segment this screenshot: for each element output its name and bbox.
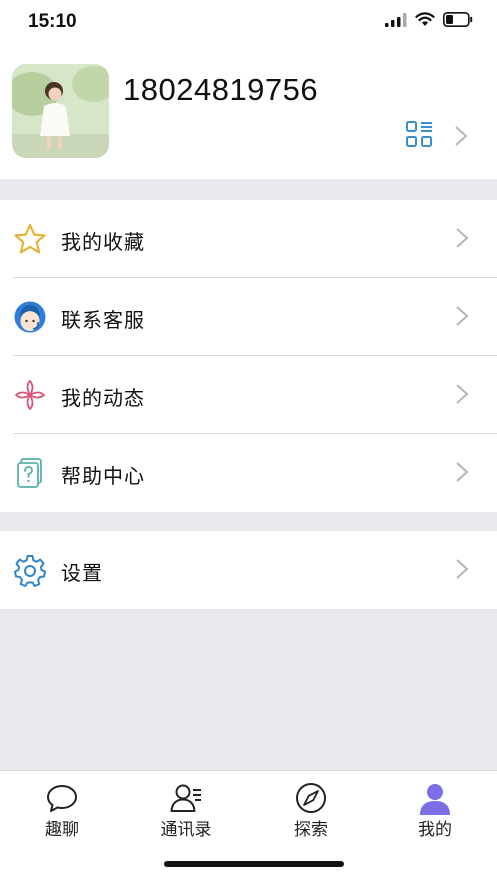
tab-label: 我的 [418, 820, 452, 840]
help-icon [17, 458, 42, 488]
chevron-right-icon[interactable] [454, 125, 468, 147]
profile-card[interactable]: 18024819756 [0, 46, 497, 179]
compass-icon [296, 783, 326, 813]
chevron-right-icon [456, 559, 469, 579]
tab-label: 通讯录 [160, 820, 212, 840]
chat-bubble-icon [47, 785, 77, 812]
avatar[interactable] [12, 64, 109, 158]
wifi-icon [415, 12, 435, 26]
menu-item-label: 联系客服 [61, 308, 145, 332]
profile-icon [420, 784, 450, 815]
tab-label: 趣聊 [45, 820, 79, 840]
chevron-right-icon [456, 384, 469, 404]
menu-item-help-center[interactable]: 帮助中心 [0, 434, 497, 512]
profile-phone: 18024819756 [123, 72, 319, 107]
contacts-icon [170, 784, 201, 812]
status-time: 15:10 [28, 11, 77, 32]
menu-item-my-moments[interactable]: 我的动态 [0, 356, 497, 434]
avatar-photo [12, 64, 109, 158]
menu-item-label: 我的收藏 [61, 230, 145, 254]
home-indicator [164, 861, 344, 867]
chevron-right-icon [456, 306, 469, 326]
chevron-right-icon [456, 462, 469, 482]
signal-icon [385, 12, 407, 27]
menu-group-settings: 设置 [0, 531, 497, 609]
battery-icon [443, 12, 473, 27]
chevron-right-icon [456, 228, 469, 248]
menu-group-primary: 我的收藏 联系客服 我的动态 帮助中心 [0, 200, 497, 512]
tab-me[interactable]: 我的 [373, 771, 497, 841]
pinwheel-icon [15, 380, 45, 410]
menu-item-favorites[interactable]: 我的收藏 [0, 200, 497, 278]
customer-service-icon [14, 301, 46, 333]
qr-code-icon[interactable] [405, 120, 433, 148]
tab-label: 探索 [294, 820, 328, 840]
tab-contacts[interactable]: 通讯录 [124, 771, 248, 841]
menu-item-label: 我的动态 [61, 386, 145, 410]
settings-gear-icon [14, 555, 46, 587]
tab-explore[interactable]: 探索 [249, 771, 373, 841]
menu-item-settings[interactable]: 设置 [0, 531, 497, 609]
menu-item-label: 帮助中心 [61, 464, 145, 488]
tab-chat[interactable]: 趣聊 [0, 771, 124, 841]
menu-item-customer-service[interactable]: 联系客服 [0, 278, 497, 356]
star-icon [14, 223, 46, 254]
status-icons [385, 12, 473, 27]
menu-item-label: 设置 [61, 561, 103, 585]
status-bar: 15:10 [0, 0, 497, 46]
